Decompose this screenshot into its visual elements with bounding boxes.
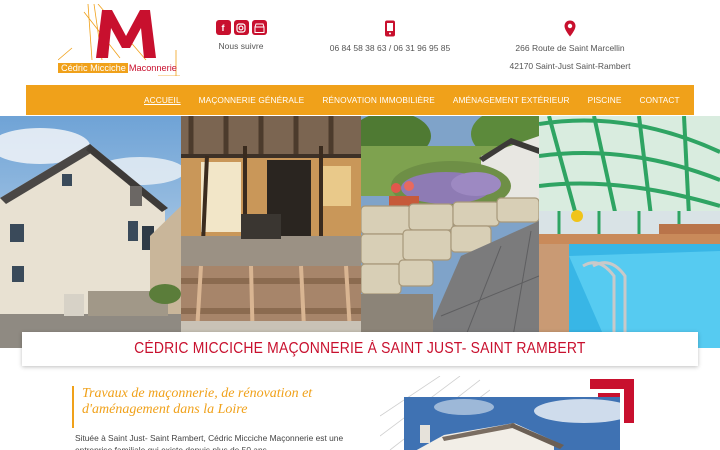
hero-title-bar: CÉDRIC MICCICHE MAÇONNERIE À SAINT JUST-… (22, 332, 698, 366)
stone-wall-garden-photo (361, 116, 539, 348)
house-exterior-photo (404, 397, 620, 450)
phone-block: 06 84 58 38 63 / 06 31 96 95 85 (320, 20, 460, 53)
logo-monogram-m (96, 10, 156, 58)
hero-banner (0, 116, 720, 348)
facebook-icon[interactable]: f (215, 20, 231, 35)
phone-numbers[interactable]: 06 84 58 38 63 / 06 31 96 95 85 (320, 43, 460, 53)
main-navigation: ACCUEIL MAÇONNERIE GÉNÉRALE RÉNOVATION I… (26, 85, 694, 115)
nav-item-accueil[interactable]: ACCUEIL (144, 95, 181, 105)
logo-wordmark: Cédric Micciche Maconnerie (58, 60, 180, 76)
intro-accent-bar (72, 386, 74, 428)
nav-item-contact[interactable]: CONTACT (640, 95, 680, 105)
renovation-interior-photo (181, 116, 361, 348)
nav-item-renovation-immobiliere[interactable]: RÉNOVATION IMMOBILIÈRE (322, 95, 435, 105)
address-line-1: 266 Route de Saint Marcellin (515, 43, 625, 53)
nav-item-maconnerie-generale[interactable]: MAÇONNERIE GÉNÉRALE (199, 95, 305, 105)
indoor-pool-photo (539, 116, 720, 348)
address-line-2: 42170 Saint-Just Saint-Rambert (509, 61, 631, 71)
intro-heading: Travaux de maçonnerie, de rénovation et … (82, 386, 313, 417)
social-label: Nous suivre (218, 41, 264, 51)
nav-item-amenagement-exterieur[interactable]: AMÉNAGEMENT EXTÉRIEUR (453, 95, 570, 105)
page-title: CÉDRIC MICCICHE MAÇONNERIE À SAINT JUST-… (134, 340, 586, 357)
logo-name-highlight: Cédric Micciche (58, 63, 128, 73)
house-photo (0, 116, 181, 348)
logo-name-trade: Maconnerie (128, 63, 177, 73)
map-pin-icon (500, 20, 640, 37)
intro-section: Travaux de maçonnerie, de rénovation et … (72, 386, 362, 450)
address-block: 266 Route de Saint Marcellin 42170 Saint… (500, 20, 640, 71)
company-logo[interactable]: Cédric Micciche Maconnerie (58, 4, 180, 76)
phone-icon (320, 20, 460, 37)
intro-paragraph: Située à Saint Just- Saint Rambert, Cédr… (75, 433, 344, 450)
social-links: f Nous suivre (213, 20, 269, 51)
google-my-business-icon[interactable] (251, 20, 267, 35)
nav-item-piscine[interactable]: PISCINE (588, 95, 622, 105)
instagram-icon[interactable] (233, 20, 249, 35)
